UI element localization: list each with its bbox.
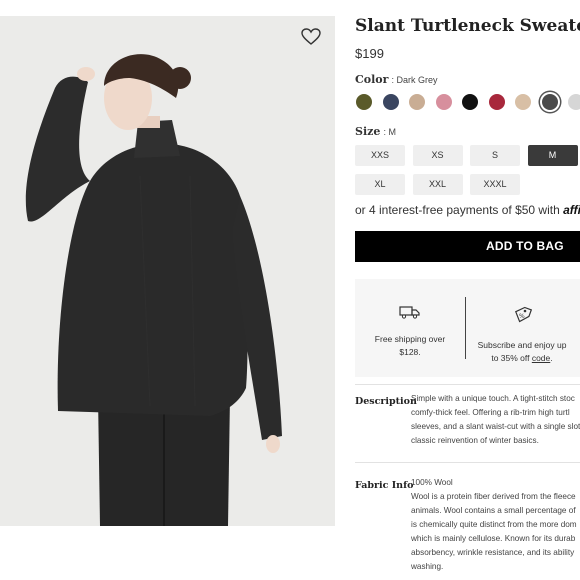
fabric-line: which is mainly cellulose. Known for its… xyxy=(411,534,576,543)
description-line: Simple with a unique touch. A tight-stit… xyxy=(411,394,575,403)
size-option-xs[interactable]: XS xyxy=(412,145,463,166)
color-swatch-beige[interactable] xyxy=(515,94,531,110)
fabric-line: Wool is a protein fiber derived from the… xyxy=(411,492,576,501)
size-label: Size xyxy=(355,125,381,138)
product-image[interactable] xyxy=(0,16,335,526)
affirm-logo[interactable]: affirm xyxy=(563,203,580,217)
divider xyxy=(355,462,580,463)
size-option-xxl[interactable]: XXL xyxy=(412,174,463,195)
tag-icon: % xyxy=(467,305,577,329)
color-swatch-pink[interactable] xyxy=(435,94,452,110)
free-shipping-perk: Free shipping over $128. xyxy=(355,305,465,359)
add-to-bag-button[interactable]: ADD TO BAG xyxy=(355,231,580,262)
size-option-xxs[interactable]: XXS xyxy=(355,145,405,166)
code-link[interactable]: code xyxy=(532,353,550,363)
subscribe-perk: % Subscribe and enjoy up to 35% off code… xyxy=(467,305,577,365)
subscribe-text-2-pre: to 35% off xyxy=(491,353,532,363)
description-line: classic reinvention of winter basics. xyxy=(411,436,539,445)
description-text: Simple with a unique touch. A tight-stit… xyxy=(411,392,580,448)
fabric-line: animals. Wool contains a small percentag… xyxy=(411,506,576,515)
size-option-xxxl[interactable]: XXXL xyxy=(470,174,520,195)
truck-icon xyxy=(355,305,465,323)
shipping-text-2: $128. xyxy=(399,347,421,357)
fabric-line: absorbency, wrinkle resistance, and its … xyxy=(411,548,575,557)
subscribe-text-2: to 35% off code. xyxy=(467,352,577,365)
subscribe-text-2-post: . xyxy=(550,353,553,363)
size-option-s[interactable]: S xyxy=(470,145,520,166)
size-option-m[interactable]: M xyxy=(527,145,578,166)
description-label: Description xyxy=(355,396,417,407)
fabric-line: is chemically quite distinct from the mo… xyxy=(411,520,577,529)
divider xyxy=(355,384,580,385)
product-price: $199 xyxy=(355,46,384,61)
subscribe-text-1: Subscribe and enjoy up xyxy=(477,340,567,350)
perks-panel: Free shipping over $128. % Subscribe and… xyxy=(355,279,580,377)
color-swatch-navy[interactable] xyxy=(382,94,399,110)
selected-size: : M xyxy=(383,127,396,137)
shipping-text-1: Free shipping over xyxy=(374,334,446,344)
fabric-info-text: 100% Wool Wool is a protein fiber derived… xyxy=(411,476,580,574)
description-line: comfy-thick feel. Offering a rib-trim hi… xyxy=(411,408,570,417)
fabric-line: washing. xyxy=(411,562,444,571)
color-label: Color xyxy=(355,73,389,86)
color-swatches xyxy=(355,94,580,114)
description-line: sleeves, and a slant waist-cut with a si… xyxy=(411,422,580,431)
product-info-panel: Slant Turtleneck Sweater $199 Color : Da… xyxy=(355,0,580,580)
size-label-row: Size : M xyxy=(355,125,396,138)
fabric-line: 100% Wool xyxy=(411,478,453,487)
color-swatch-light-grey[interactable] xyxy=(568,94,580,110)
color-swatch-burgundy[interactable] xyxy=(488,94,505,110)
heart-icon[interactable] xyxy=(301,28,321,46)
svg-text:%: % xyxy=(519,313,525,320)
size-options: XXS XS S M XL XXL XXXL xyxy=(355,145,580,197)
affirm-text: or 4 interest-free payments of $50 with xyxy=(355,203,560,217)
color-swatch-olive[interactable] xyxy=(356,94,372,110)
color-swatch-black[interactable] xyxy=(462,94,478,110)
product-title: Slant Turtleneck Sweater xyxy=(355,16,580,36)
selected-color: : Dark Grey xyxy=(391,75,438,85)
color-label-row: Color : Dark Grey xyxy=(355,73,437,86)
color-swatch-dark-grey[interactable] xyxy=(541,94,558,110)
model-illustration xyxy=(0,16,335,526)
fabric-info-label: Fabric Info xyxy=(355,480,414,491)
affirm-payment-text: or 4 interest-free payments of $50 with … xyxy=(355,203,580,217)
perk-divider xyxy=(465,297,466,359)
color-swatch-camel[interactable] xyxy=(409,94,425,110)
size-option-xl[interactable]: XL xyxy=(355,174,405,195)
